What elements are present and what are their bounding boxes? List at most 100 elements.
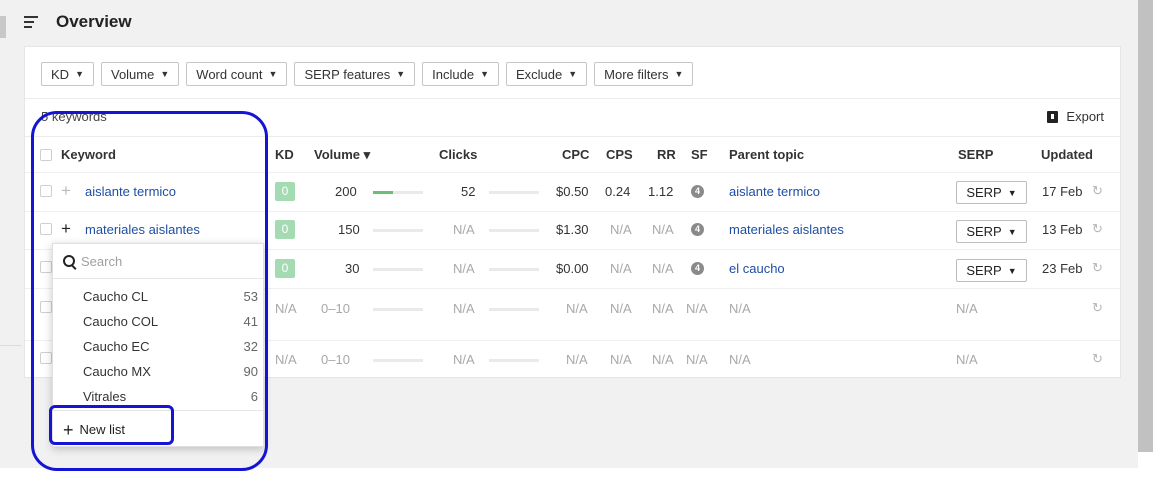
filter-include-button[interactable]: Include ▼ — [422, 62, 499, 86]
volume-value: 200 — [335, 184, 357, 199]
serp-features-icon[interactable]: 4 — [691, 185, 704, 198]
list-search-input[interactable] — [81, 251, 251, 271]
keyword-link[interactable]: aislante termico — [85, 184, 176, 199]
cpc-value: $0.00 — [556, 261, 589, 276]
parent-topic-link[interactable]: aislante termico — [729, 184, 820, 199]
caret-down-icon: ▼ — [1007, 187, 1017, 198]
divider — [25, 136, 1120, 137]
keyword-link[interactable]: materiales aislantes — [85, 222, 200, 237]
list-item-caucho-cl[interactable]: Caucho CL 53 — [83, 289, 258, 304]
column-clicks[interactable]: Clicks — [439, 147, 477, 162]
filter-exclude-button[interactable]: Exclude ▼ — [505, 62, 588, 86]
filter-volume-button[interactable]: Volume ▼ — [100, 62, 180, 86]
filter-word-count-button[interactable]: Word count ▼ — [186, 62, 288, 86]
rr-value: N/A — [652, 301, 674, 316]
row-checkbox[interactable] — [40, 185, 52, 197]
divider — [25, 172, 1120, 173]
filter-serp-features-button[interactable]: SERP features ▼ — [294, 62, 416, 86]
volume-bar-fill — [373, 191, 393, 194]
refresh-icon[interactable]: ↻ — [1092, 300, 1103, 316]
column-volume[interactable]: Volume ▾ — [314, 147, 370, 163]
keyword-count: 5 keywords — [41, 109, 107, 124]
sidebar-divider — [0, 345, 22, 346]
parent-topic-link[interactable]: el caucho — [729, 261, 785, 276]
clicks-bar — [489, 268, 539, 271]
row-checkbox[interactable] — [40, 223, 52, 235]
kd-badge: 0 — [275, 182, 295, 201]
column-cpc[interactable]: CPC — [562, 147, 589, 162]
caret-down-icon: ▼ — [674, 69, 684, 79]
serp-button[interactable]: SERP ▼ — [956, 220, 1027, 243]
divider — [25, 211, 1120, 212]
list-item-caucho-ec[interactable]: Caucho EC 32 — [83, 339, 258, 354]
divider — [25, 98, 1120, 99]
row-checkbox[interactable] — [40, 301, 52, 313]
serp-button[interactable]: SERP ▼ — [956, 259, 1027, 282]
clicks-bar — [489, 359, 539, 362]
column-serp[interactable]: SERP — [958, 147, 993, 162]
column-parent-topic[interactable]: Parent topic — [729, 147, 804, 162]
refresh-icon[interactable]: ↻ — [1092, 221, 1103, 237]
serp-features-icon[interactable]: 4 — [691, 262, 704, 275]
caret-down-icon: ▼ — [75, 69, 84, 79]
new-list-button[interactable]: + New list — [63, 419, 125, 440]
refresh-icon[interactable]: ↻ — [1092, 351, 1103, 367]
vertical-scrollbar[interactable] — [1138, 0, 1153, 452]
serp-features-icon[interactable]: 4 — [691, 223, 704, 236]
cpc-value: N/A — [566, 301, 588, 316]
column-keyword[interactable]: Keyword — [61, 147, 116, 162]
add-to-list-icon[interactable]: + — [61, 220, 71, 237]
row-checkbox[interactable] — [40, 261, 52, 273]
sidebar-edge — [0, 16, 6, 38]
volume-bar — [373, 308, 423, 311]
filter-more-filters-button[interactable]: More filters ▼ — [594, 62, 694, 86]
add-to-list-icon[interactable]: + — [61, 182, 71, 199]
column-rr[interactable]: RR — [657, 147, 676, 162]
refresh-icon[interactable]: ↻ — [1092, 183, 1103, 199]
search-icon — [63, 255, 75, 267]
plus-icon: + — [63, 419, 74, 440]
kd-value: N/A — [275, 352, 297, 367]
clicks-value: 52 — [461, 184, 476, 199]
sf-value: N/A — [686, 352, 708, 367]
select-all-checkbox[interactable] — [40, 149, 52, 161]
rr-value: N/A — [652, 352, 674, 367]
kd-value: N/A — [275, 301, 297, 316]
cpc-value: $1.30 — [556, 222, 589, 237]
cps-value: 0.24 — [605, 184, 631, 199]
export-button[interactable]: Export — [1047, 109, 1104, 124]
rr-value: N/A — [652, 261, 674, 276]
volume-bar — [373, 268, 423, 271]
list-item-caucho-col[interactable]: Caucho COL 41 — [83, 314, 258, 329]
hamburger-icon[interactable] — [24, 16, 38, 28]
updated-date: 13 Feb — [1042, 222, 1083, 237]
filter-kd-button[interactable]: KD ▼ — [41, 62, 94, 86]
serp-button[interactable]: SERP ▼ — [956, 181, 1027, 204]
clicks-value: N/A — [453, 222, 475, 237]
kd-badge: 0 — [275, 259, 295, 278]
caret-down-icon: ▼ — [160, 69, 170, 79]
serp-value: N/A — [956, 301, 978, 316]
page-title: Overview — [56, 12, 132, 31]
parent-topic-value: N/A — [729, 301, 751, 316]
clicks-value: N/A — [453, 261, 475, 276]
list-item-caucho-mx[interactable]: Caucho MX 90 — [83, 364, 258, 379]
column-kd[interactable]: KD — [275, 147, 294, 162]
column-cps[interactable]: CPS — [606, 147, 633, 162]
rr-value: N/A — [652, 222, 674, 237]
column-sf[interactable]: SF — [691, 147, 708, 162]
caret-down-icon: ▼ — [1007, 265, 1017, 276]
cps-value: N/A — [610, 352, 632, 367]
volume-bar — [373, 359, 423, 362]
clicks-bar — [489, 191, 539, 194]
refresh-icon[interactable]: ↻ — [1092, 260, 1103, 276]
clicks-value: N/A — [453, 352, 475, 367]
export-icon — [1047, 110, 1059, 123]
column-updated[interactable]: Updated — [1041, 147, 1093, 162]
caret-down-icon: ▼ — [568, 69, 578, 79]
parent-topic-link[interactable]: materiales aislantes — [729, 222, 844, 237]
row-checkbox[interactable] — [40, 352, 52, 364]
list-item-vitrales[interactable]: Vitrales 6 — [83, 389, 258, 404]
rr-value: 1.12 — [648, 184, 674, 199]
add-to-list-dropdown: Caucho CL53 Caucho COL41 Caucho EC32 Cau… — [52, 243, 264, 447]
